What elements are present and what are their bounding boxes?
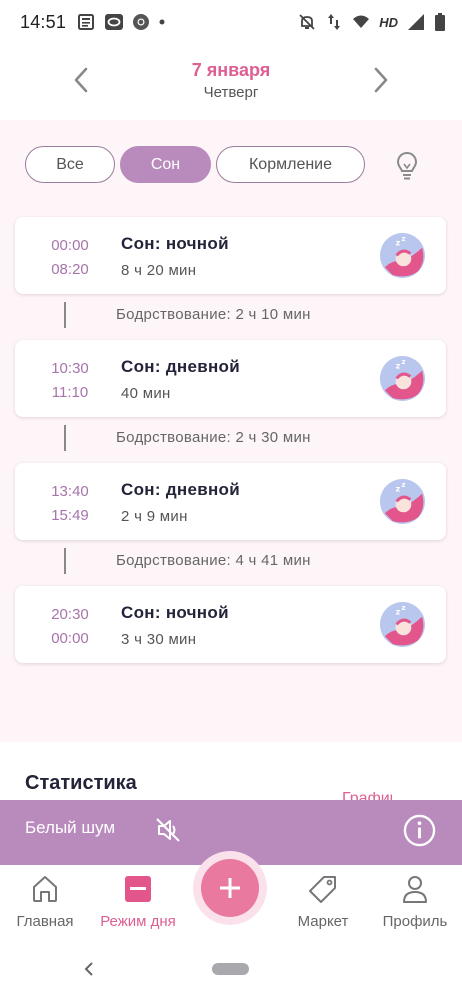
- battery-icon: [435, 13, 445, 31]
- tag-icon: [309, 876, 336, 903]
- network-type: HD: [379, 14, 398, 30]
- entry-duration: 40 мин: [121, 385, 171, 402]
- sleep-entry-card[interactable]: 13:40 15:49 Сон: дневной 2 ч 9 мин z z: [15, 463, 446, 540]
- do-not-disturb-icon: [299, 14, 315, 30]
- wifi-icon: [353, 15, 370, 28]
- nav-profile-label: Профиль: [382, 913, 448, 930]
- sleep-entry-card[interactable]: 00:00 08:20 Сон: ночной 8 ч 20 мин z z: [15, 217, 446, 294]
- day-routine-content: Все Сон Кормление 00:00 08:20 Сон: ночно…: [0, 120, 462, 742]
- statistics-section: Статистика Графики: [0, 742, 462, 800]
- profile-icon: [403, 876, 427, 903]
- info-icon[interactable]: [403, 814, 436, 847]
- speaker-muted-icon[interactable]: [153, 815, 183, 845]
- chevron-right-icon: [374, 67, 388, 93]
- awake-period-text: Бодрствование: 4 ч 41 мин: [116, 552, 311, 569]
- nav-market[interactable]: Маркет: [273, 865, 373, 945]
- entry-duration: 3 ч 30 мин: [121, 631, 197, 648]
- svg-text:z: z: [402, 481, 406, 489]
- nav-home-label: Главная: [16, 913, 74, 930]
- next-day-button[interactable]: [366, 64, 396, 96]
- timeline-connector: [64, 548, 66, 574]
- charts-link[interactable]: Графики: [342, 792, 392, 800]
- entry-end-time: 11:10: [51, 384, 89, 401]
- news-icon: [78, 14, 95, 30]
- chrome-icon: [133, 14, 150, 30]
- timeline-connector: [64, 302, 66, 328]
- entry-end-time: 15:49: [51, 507, 89, 524]
- svg-text:z: z: [396, 485, 401, 494]
- awake-period: Бодрствование: 2 ч 30 мин: [0, 421, 462, 461]
- svg-text:z: z: [402, 358, 406, 366]
- system-back-icon[interactable]: [80, 959, 98, 979]
- entry-end-time: 08:20: [51, 261, 89, 278]
- white-noise-label: Белый шум: [25, 818, 116, 837]
- add-entry-button-inner: [201, 859, 259, 917]
- entry-start-time: 20:30: [51, 606, 89, 623]
- awake-period: Бодрствование: 2 ч 10 мин: [0, 298, 462, 338]
- home-icon: [33, 876, 57, 902]
- sleep-entry-card[interactable]: 20:30 00:00 Сон: ночной 3 ч 30 мин z z: [15, 586, 446, 663]
- data-arrows-icon: [328, 14, 341, 30]
- statistics-title: Статистика: [25, 772, 137, 794]
- sleeping-baby-icon: z z: [379, 355, 426, 402]
- svg-text:z: z: [402, 604, 406, 612]
- svg-text:z: z: [396, 239, 401, 248]
- entry-title: Сон: ночной: [121, 603, 229, 622]
- app-notification-icon: [105, 14, 124, 30]
- svg-text:z: z: [396, 608, 401, 617]
- plus-icon: [220, 878, 240, 898]
- charts-link-label: Графики: [342, 792, 392, 800]
- nav-profile[interactable]: Профиль: [365, 865, 462, 945]
- entry-start-time: 13:40: [51, 483, 89, 500]
- svg-text:z: z: [396, 362, 401, 371]
- add-entry-button[interactable]: [193, 851, 267, 925]
- nav-day-routine-label: Режим дня: [100, 913, 176, 930]
- entry-start-time: 00:00: [51, 237, 89, 254]
- entry-title: Сон: дневной: [121, 480, 240, 499]
- sleeping-baby-icon: z z: [379, 478, 426, 525]
- lightbulb-icon[interactable]: [392, 150, 422, 182]
- calendar-icon: [125, 876, 151, 902]
- more-notifications-icon: [159, 19, 165, 25]
- entry-duration: 2 ч 9 мин: [121, 508, 188, 525]
- cell-signal-icon: [408, 14, 424, 30]
- system-navigation-bar: [0, 955, 462, 1000]
- entry-duration: 8 ч 20 мин: [121, 262, 197, 279]
- status-bar: 14:51 HD: [0, 0, 462, 44]
- awake-period-text: Бодрствование: 2 ч 10 мин: [116, 306, 311, 323]
- timeline-connector: [64, 425, 66, 451]
- system-home-pill[interactable]: [212, 963, 249, 975]
- bottom-navigation: Главная Режим дня Маркет Профиль: [0, 851, 462, 955]
- nav-market-label: Маркет: [297, 913, 349, 930]
- awake-period: Бодрствование: 4 ч 41 мин: [0, 544, 462, 584]
- entry-title: Сон: дневной: [121, 357, 240, 376]
- filter-feeding-chip[interactable]: Кормление: [216, 146, 365, 183]
- awake-period-text: Бодрствование: 2 ч 30 мин: [116, 429, 311, 446]
- filter-bar: Все Сон Кормление: [0, 146, 462, 186]
- entry-end-time: 00:00: [51, 630, 89, 647]
- nav-home[interactable]: Главная: [0, 865, 95, 945]
- sleeping-baby-icon: z z: [379, 601, 426, 648]
- svg-text:z: z: [402, 235, 406, 243]
- filter-sleep-chip[interactable]: Сон: [120, 146, 211, 183]
- entry-title: Сон: ночной: [121, 234, 229, 253]
- status-time: 14:51: [20, 11, 67, 32]
- filter-all-chip[interactable]: Все: [25, 146, 115, 183]
- sleeping-baby-icon: z z: [379, 232, 426, 279]
- date-header: 7 января Четверг: [0, 44, 462, 120]
- sleep-entry-card[interactable]: 10:30 11:10 Сон: дневной 40 мин z z: [15, 340, 446, 417]
- nav-day-routine[interactable]: Режим дня: [88, 865, 188, 945]
- entry-start-time: 10:30: [51, 360, 89, 377]
